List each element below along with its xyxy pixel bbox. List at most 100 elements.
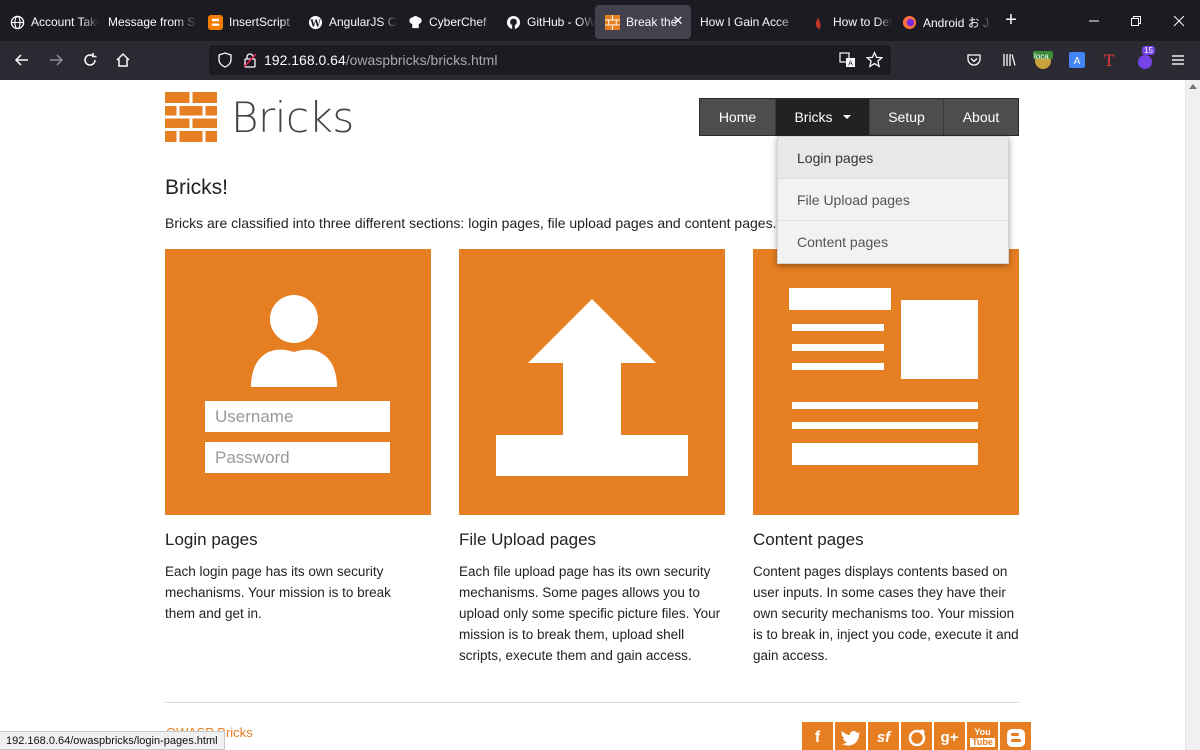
- nav-home-label: Home: [718, 109, 757, 125]
- bricks-dropdown-menu: Login pages File Upload pages Content pa…: [777, 136, 1009, 264]
- password-field-graphic: Password: [205, 442, 390, 473]
- card-desc-upload: Each file upload page has its own securi…: [459, 564, 721, 663]
- facebook-icon[interactable]: f: [802, 722, 833, 750]
- url-host: 192.168.0.64: [264, 52, 346, 68]
- restore-icon[interactable]: [1115, 0, 1157, 41]
- tab-label: How I Gain Acce: [700, 15, 789, 29]
- localhost-extension-icon[interactable]: loca: [1028, 45, 1058, 75]
- document-icon: [753, 249, 1019, 515]
- card-title-login[interactable]: Login pages: [165, 530, 258, 550]
- pocket-icon[interactable]: [959, 45, 989, 75]
- browser-tab-active[interactable]: Break the ✕: [595, 5, 691, 39]
- page-title: Bricks!: [165, 176, 228, 199]
- browser-tab[interactable]: InsertScript: [198, 5, 298, 39]
- login-pages-image[interactable]: Username Password: [165, 249, 431, 515]
- github-icon: [505, 14, 521, 30]
- nav-home[interactable]: Home: [700, 99, 776, 135]
- home-icon[interactable]: [106, 45, 140, 75]
- twitter-icon[interactable]: [835, 722, 866, 750]
- browser-tab[interactable]: CyberChef: [398, 5, 496, 39]
- ohloh-icon[interactable]: [901, 722, 932, 750]
- nav-about-label: About: [962, 109, 1000, 125]
- account-extension-icon[interactable]: 15: [1130, 45, 1160, 75]
- caret-down-icon: [842, 115, 851, 119]
- scroll-up-arrow-icon[interactable]: [1189, 84, 1197, 89]
- site-logo[interactable]: Bricks: [165, 92, 354, 142]
- wordpress-icon: W: [307, 14, 323, 30]
- vertical-scrollbar[interactable]: [1185, 80, 1200, 750]
- tab-label: InsertScript: [229, 15, 290, 29]
- tab-label: CyberChef: [429, 15, 487, 29]
- bookmark-star-icon[interactable]: [866, 51, 883, 68]
- tab-label: AngularJS C: [329, 15, 397, 29]
- flame-icon: [811, 14, 827, 30]
- intro-text: Bricks are classified into three differe…: [165, 215, 777, 231]
- browser-tab[interactable]: GitHub - OW: [496, 5, 595, 39]
- nav-bricks[interactable]: Bricks: [776, 99, 870, 135]
- dropdown-item-file-upload-pages[interactable]: File Upload pages: [778, 179, 1008, 221]
- back-icon[interactable]: [5, 45, 39, 75]
- svg-text:W: W: [309, 18, 321, 29]
- user-icon: [251, 294, 337, 394]
- browser-tab[interactable]: How to Dete: [802, 5, 892, 39]
- bricks-icon: [604, 14, 620, 30]
- blogger-icon: [207, 14, 223, 30]
- browser-tab[interactable]: How I Gain Acce: [691, 5, 802, 39]
- browser-tab[interactable]: Android お J: [892, 5, 992, 39]
- svg-text:A: A: [848, 60, 853, 68]
- hamburger-menu-icon[interactable]: [1163, 45, 1193, 75]
- browser-tab[interactable]: Message from S: [99, 5, 198, 39]
- t-extension-icon[interactable]: T: [1094, 45, 1124, 75]
- content-pages-image[interactable]: [753, 249, 1019, 515]
- nav-setup[interactable]: Setup: [870, 99, 944, 135]
- close-window-icon[interactable]: [1158, 0, 1200, 41]
- shield-icon[interactable]: [217, 52, 233, 68]
- extension-label: loca: [1034, 52, 1049, 61]
- username-field-graphic: Username: [205, 401, 390, 432]
- google-plus-icon[interactable]: g+: [934, 722, 965, 750]
- nav-about[interactable]: About: [944, 99, 1018, 135]
- svg-text:A: A: [1074, 56, 1081, 67]
- tab-label: How to Dete: [833, 15, 892, 29]
- extension-badge: 15: [1142, 46, 1155, 55]
- close-tab-icon[interactable]: ✕: [671, 14, 685, 28]
- insecure-lock-icon[interactable]: [242, 52, 258, 68]
- tab-label: GitHub - OW: [527, 15, 595, 29]
- bricks-logo-icon: [165, 92, 217, 142]
- url-path: /owaspbricks/bricks.html: [345, 52, 498, 68]
- blogger-icon[interactable]: [1000, 722, 1031, 750]
- translate-icon[interactable]: A: [839, 52, 856, 68]
- youtube-icon[interactable]: You Tube: [967, 722, 998, 750]
- card-desc-login: Each login page has its own security mec…: [165, 564, 391, 621]
- upload-icon: [459, 249, 725, 515]
- file-upload-pages-image[interactable]: [459, 249, 725, 515]
- minimize-icon[interactable]: [1073, 0, 1115, 41]
- browser-tab[interactable]: Account Take: [0, 5, 99, 39]
- browser-toolbar: 192.168.0.64/owaspbricks/bricks.html A l…: [0, 41, 1200, 80]
- library-icon[interactable]: [994, 45, 1024, 75]
- chef-hat-icon: [407, 14, 423, 30]
- status-bar: 192.168.0.64/owaspbricks/login-pages.htm…: [0, 731, 225, 750]
- address-bar[interactable]: 192.168.0.64/owaspbricks/bricks.html A: [209, 45, 891, 75]
- card-title-upload[interactable]: File Upload pages: [459, 530, 596, 550]
- sourceforge-icon[interactable]: sf: [868, 722, 899, 750]
- browser-tab[interactable]: W AngularJS C: [298, 5, 398, 39]
- forward-icon[interactable]: [39, 45, 73, 75]
- footer-divider: [165, 702, 1019, 703]
- card-desc-content: Content pages displays contents based on…: [753, 564, 1019, 663]
- tab-label: Android お J: [923, 15, 990, 30]
- dropdown-item-login-pages[interactable]: Login pages: [778, 137, 1008, 179]
- main-nav: Home Bricks Setup About: [699, 98, 1019, 136]
- nav-bricks-label: Bricks: [794, 109, 833, 125]
- svg-text:T: T: [1104, 51, 1115, 69]
- logo-text: Bricks: [231, 92, 354, 142]
- tab-label: Account Take: [31, 15, 99, 29]
- reload-icon[interactable]: [73, 45, 107, 75]
- nav-setup-label: Setup: [888, 109, 925, 125]
- translate-extension-icon[interactable]: A: [1062, 45, 1092, 75]
- globe-icon: [9, 14, 25, 30]
- dropdown-item-content-pages[interactable]: Content pages: [778, 221, 1008, 263]
- tab-label: Message from S: [108, 15, 196, 29]
- new-tab-button[interactable]: +: [996, 6, 1026, 36]
- card-title-content[interactable]: Content pages: [753, 530, 864, 550]
